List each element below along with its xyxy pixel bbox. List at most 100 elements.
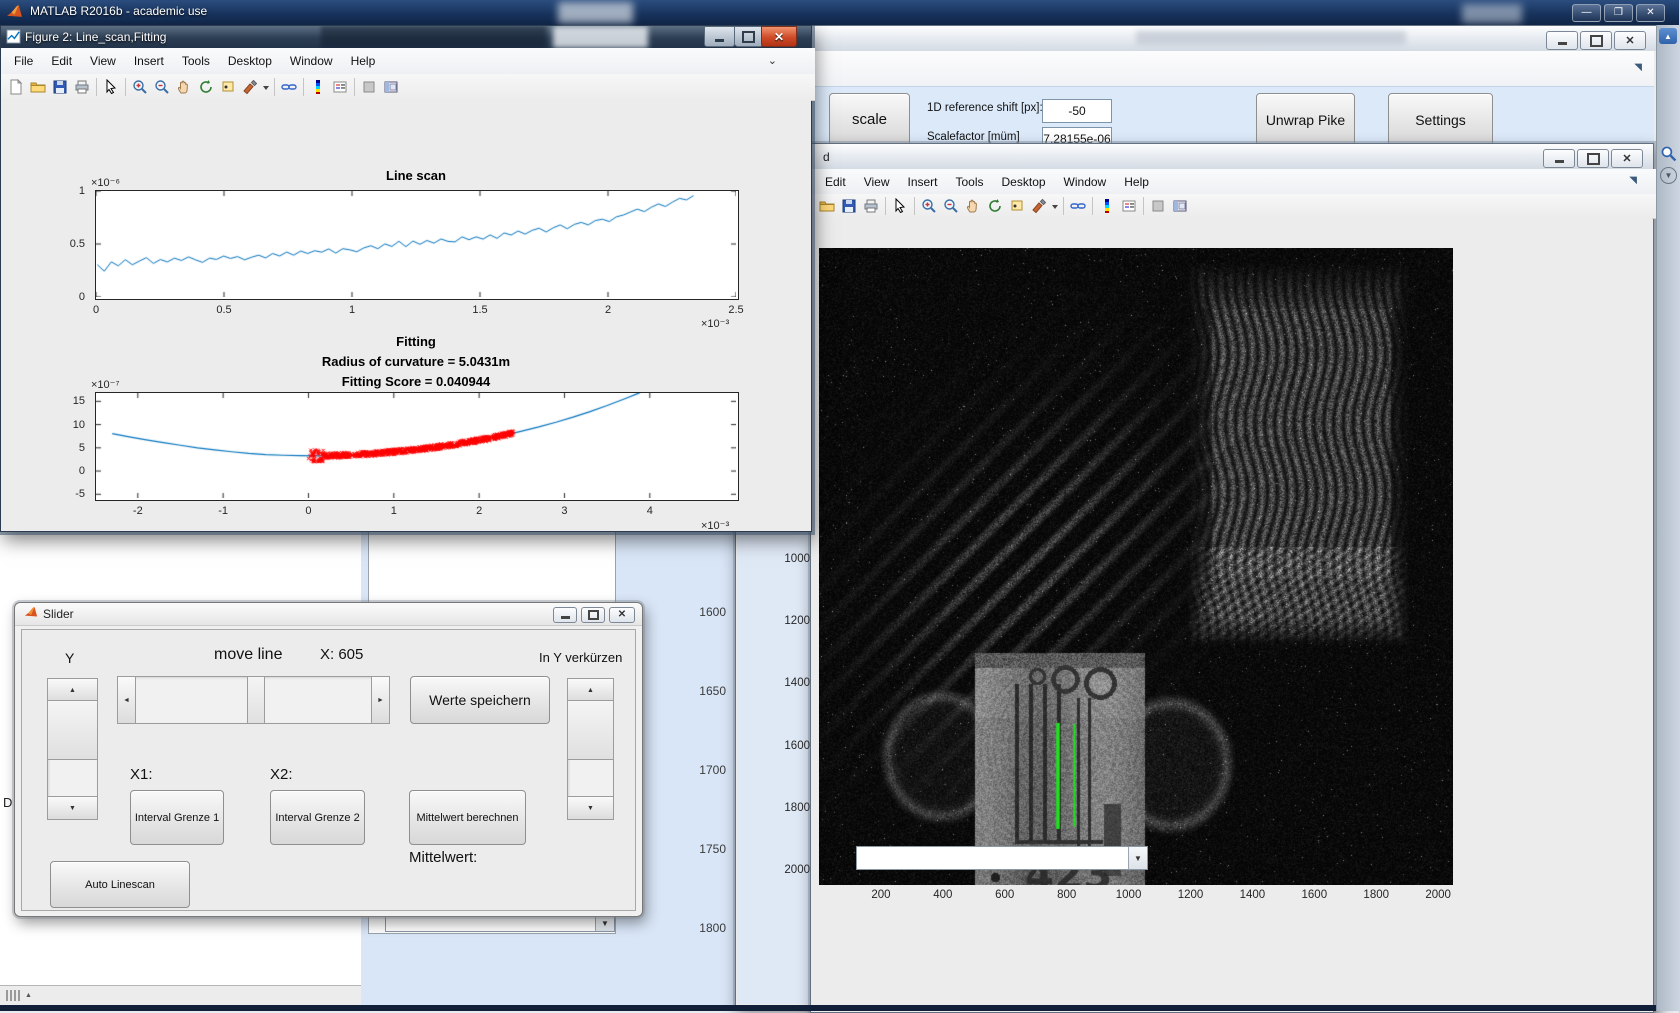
interval-grenze-2-button[interactable]: Interval Grenze 2 [270,790,365,845]
main-close-button[interactable]: ✕ [1636,4,1665,22]
menu-item-insert[interactable]: Insert [898,172,946,192]
insert-legend-icon[interactable] [329,77,351,97]
y-slider-left[interactable]: ▲ ▼ [47,678,98,820]
insert-legend-icon[interactable] [1118,196,1140,216]
slider-titlebar[interactable]: Slider ✕ [15,603,642,626]
save-icon[interactable] [838,196,860,216]
dropdown-arrow-icon[interactable]: ▼ [1128,847,1147,869]
menu-item-view[interactable]: View [81,51,125,71]
dropdown-arrow-icon[interactable] [261,77,271,97]
menu-item-tools[interactable]: Tools [173,51,219,71]
figure2-titlebar[interactable]: Figure 2: Line_scan,Fitting ✕ [1,26,811,48]
rotate-3d-icon[interactable] [195,77,217,97]
menu-item-file[interactable]: File [5,51,42,71]
gui-maximize-button[interactable] [1580,31,1612,50]
slider-up-arrow[interactable]: ▲ [47,678,98,702]
slider-minimize-button[interactable] [553,607,577,623]
menu-item-help[interactable]: Help [1115,172,1158,192]
slider-thumb[interactable] [47,700,98,760]
gui-dock-arrow-icon[interactable]: ◥ [1634,62,1642,73]
show-plot-tools-icon[interactable] [380,77,402,97]
slider-maximize-button[interactable] [581,607,605,623]
search-icon[interactable] [1660,145,1677,167]
gui-titlebar[interactable]: ✕ [736,26,1656,51]
y-slider-right[interactable]: ▲ ▼ [567,678,614,820]
linescan-axes[interactable] [95,190,739,300]
dropdown-arrow-icon[interactable]: ▼ [595,916,614,931]
werte-speichern-button[interactable]: Werte speichern [410,676,550,724]
data-cursor-icon[interactable] [217,77,239,97]
slider-close-button[interactable]: ✕ [609,607,635,623]
menu-item-insert[interactable]: Insert [125,51,173,71]
show-plot-tools-icon[interactable] [1169,196,1191,216]
figure-dropdown[interactable]: ▼ [856,846,1148,870]
slider-thumb[interactable] [247,676,265,724]
cursor-icon[interactable] [100,77,122,97]
slider-thumb[interactable] [567,700,614,760]
new-document-icon[interactable] [5,77,27,97]
open-folder-icon[interactable] [27,77,49,97]
hide-plot-tools-icon[interactable] [358,77,380,97]
image-figure-minimize-button[interactable] [1543,149,1575,168]
menu-item-edit[interactable]: Edit [42,51,81,71]
pan-hand-icon[interactable] [962,196,984,216]
hologram-image[interactable] [819,248,1453,885]
pan-hand-icon[interactable] [173,77,195,97]
main-maximize-button[interactable]: ❐ [1604,4,1633,22]
zoom-in-icon[interactable] [918,196,940,216]
image-figure-dock-arrow-icon[interactable]: ◥ [1629,175,1637,186]
brush-icon[interactable] [239,77,261,97]
move-line-slider[interactable]: ◄ ► [117,676,390,724]
slider-down-arrow[interactable]: ▼ [567,796,614,820]
main-minimize-button[interactable]: — [1572,4,1601,22]
rotate-3d-icon[interactable] [984,196,1006,216]
image-figure-maximize-button[interactable] [1577,149,1609,168]
insert-colorbar-icon[interactable] [1096,196,1118,216]
open-folder-icon[interactable] [816,196,838,216]
figure2-maximize-button[interactable] [735,26,763,47]
zoom-out-icon[interactable] [151,77,173,97]
fitting-axes[interactable] [95,392,739,501]
auto-linescan-button[interactable]: Auto Linescan [50,861,190,908]
menu-item-edit[interactable]: Edit [816,172,855,192]
slider-right-arrow[interactable]: ► [371,676,390,724]
menu-item-window[interactable]: Window [1055,172,1116,192]
insert-colorbar-icon[interactable] [307,77,329,97]
link-plots-icon[interactable] [1067,196,1089,216]
data-cursor-icon[interactable] [1006,196,1028,216]
sidebar-expand-button[interactable]: ▲ [1659,28,1677,44]
gui-minimize-button[interactable] [1546,31,1578,50]
brush-icon[interactable] [1028,196,1050,216]
figure2-minimize-button[interactable] [704,26,735,47]
cursor-icon[interactable] [889,196,911,216]
interval-grenze-1-button[interactable]: Interval Grenze 1 [130,790,224,845]
background-dropdown[interactable]: ▼ [385,915,615,932]
menu-item-tools[interactable]: Tools [947,172,993,192]
image-figure-titlebar[interactable]: d ✕ [811,144,1653,169]
ref-shift-input[interactable]: -50 [1042,99,1112,123]
slider-up-arrow[interactable]: ▲ [567,678,614,702]
menu-item-desktop[interactable]: Desktop [993,172,1055,192]
link-plots-icon[interactable] [278,77,300,97]
zoom-out-icon[interactable] [940,196,962,216]
image-figure-close-button[interactable]: ✕ [1611,149,1643,168]
menu-item-help[interactable]: Help [342,51,385,71]
settings-button[interactable]: Settings [1388,93,1493,146]
slider-down-arrow[interactable]: ▼ [47,796,98,820]
hide-plot-tools-icon[interactable] [1147,196,1169,216]
menu-item-window[interactable]: Window [281,51,342,71]
print-icon[interactable] [860,196,882,216]
unwrap-pike-button[interactable]: Unwrap Pike [1256,93,1355,146]
slider-left-arrow[interactable]: ◄ [117,676,136,724]
gui-close-button[interactable]: ✕ [1614,31,1646,50]
figure2-close-button[interactable]: ✕ [761,26,797,47]
save-icon[interactable] [49,77,71,97]
chevron-down-circle-icon[interactable]: ▼ [1660,167,1677,184]
scale-button[interactable]: scale [829,93,910,146]
zoom-in-icon[interactable] [129,77,151,97]
mittelwert-berechnen-button[interactable]: Mittelwert berechnen [409,790,526,845]
figure2-menu-overflow-icon[interactable]: ⌄ [768,54,777,67]
matlab-main-titlebar[interactable]: MATLAB R2016b - academic use — ❐ ✕ [0,0,1679,25]
menu-item-view[interactable]: View [855,172,899,192]
statusbar-grip[interactable]: ▲ [6,990,32,1001]
